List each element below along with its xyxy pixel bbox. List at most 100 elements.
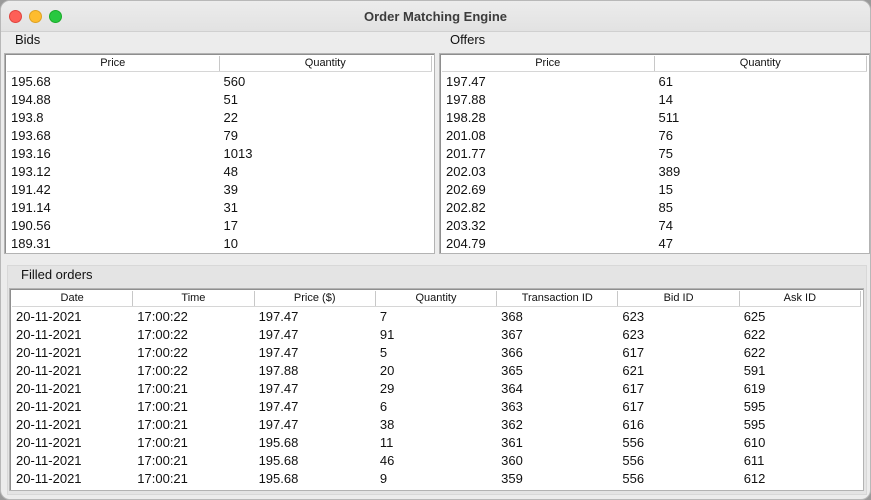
- filled-orders-label: Filled orders: [21, 267, 93, 282]
- offers-table-row[interactable]: 203.32 74: [442, 217, 867, 235]
- filled-date-cell: 20-11-2021: [16, 399, 82, 414]
- offers-table-row[interactable]: 202.69 15: [442, 181, 867, 199]
- filled-date-cell: 20-11-2021: [16, 345, 82, 360]
- filled-orders-row[interactable]: 20-11-2021 17:00:21 195.68 9 359 556 612: [12, 470, 861, 488]
- filled-orders-row[interactable]: 20-11-2021 17:00:22 197.47 5 366 617 622: [12, 344, 861, 362]
- filled-quantity-cell: 11: [379, 435, 394, 450]
- offers-quantity-cell: 15: [658, 182, 673, 197]
- offers-price-cell: 202.03: [446, 164, 486, 179]
- filled-ask-id-cell: 622: [743, 345, 766, 360]
- filled-price-cell: 197.47: [258, 327, 299, 342]
- offers-price-cell: 198.28: [446, 110, 486, 125]
- bids-table-row[interactable]: 191.42 39: [7, 181, 432, 199]
- bids-price-cell: 193.68: [11, 128, 51, 143]
- filled-transaction-id-cell: 359: [501, 471, 523, 486]
- offers-table-header: Price Quantity: [442, 56, 867, 72]
- offers-quantity-cell: 511: [658, 110, 680, 125]
- filled-orders-table[interactable]: Date Time Price ($) Quantity Transaction ID B…: [9, 288, 864, 491]
- offers-table-row[interactable]: 201.08 76: [442, 127, 867, 145]
- filled-bid-id-cell: 617: [622, 399, 645, 414]
- bids-quantity-cell: 17: [223, 218, 238, 233]
- bids-table-row[interactable]: 193.8 22: [7, 109, 432, 127]
- bids-label: Bids: [15, 32, 41, 47]
- filled-quantity-cell: 5: [379, 345, 388, 360]
- offers-quantity-cell: 76: [658, 128, 673, 143]
- filled-column-bid-id[interactable]: Bid ID: [618, 291, 740, 306]
- bids-price-cell: 193.12: [11, 164, 51, 179]
- filled-orders-row[interactable]: 20-11-2021 17:00:21 197.47 6 363 617 595: [12, 398, 861, 416]
- offers-price-cell: 201.77: [446, 146, 486, 161]
- bids-table-row[interactable]: 191.14 31: [7, 199, 432, 217]
- filled-ask-id-cell: 591: [743, 363, 766, 378]
- filled-time-cell: 17:00:22: [137, 363, 188, 378]
- filled-time-cell: 17:00:21: [137, 435, 188, 450]
- filled-orders-row[interactable]: 20-11-2021 17:00:21 195.68 11 361 556 610: [12, 434, 861, 452]
- offers-table-row[interactable]: 202.03 389: [442, 163, 867, 181]
- filled-price-cell: 195.68: [258, 435, 299, 450]
- bids-column-price[interactable]: Price: [7, 56, 220, 71]
- filled-quantity-cell: 9: [379, 471, 388, 486]
- bids-table-row[interactable]: 189.31 10: [7, 235, 432, 253]
- filled-quantity-cell: 46: [379, 453, 395, 468]
- bids-table-row[interactable]: 190.56 17: [7, 217, 432, 235]
- filled-bid-id-cell: 617: [622, 345, 645, 360]
- bids-quantity-cell: 39: [223, 182, 238, 197]
- title-bar[interactable]: Order Matching Engine: [1, 1, 870, 32]
- filled-transaction-id-cell: 367: [501, 327, 523, 342]
- bids-table-row[interactable]: 193.12 48: [7, 163, 432, 181]
- offers-table-row[interactable]: 198.28 511: [442, 109, 867, 127]
- offers-column-quantity[interactable]: Quantity: [655, 56, 867, 71]
- filled-orders-row[interactable]: 20-11-2021 17:00:21 197.47 29 364 617 619: [12, 380, 861, 398]
- bids-quantity-cell: 51: [223, 92, 238, 107]
- filled-date-cell: 20-11-2021: [16, 417, 82, 432]
- bids-quantity-cell: 22: [223, 110, 238, 125]
- offers-table-row[interactable]: 204.79 47: [442, 235, 867, 253]
- filled-date-cell: 20-11-2021: [16, 381, 82, 396]
- filled-orders-row[interactable]: 20-11-2021 17:00:22 197.88 20 365 621 591: [12, 362, 861, 380]
- bids-table-row[interactable]: 193.16 1013: [7, 145, 432, 163]
- bids-table-row[interactable]: 195.68 560: [7, 73, 432, 91]
- filled-transaction-id-cell: 365: [501, 363, 523, 378]
- filled-time-cell: 17:00:22: [137, 327, 188, 342]
- filled-ask-id-cell: 622: [743, 327, 766, 342]
- filled-time-cell: 17:00:21: [137, 381, 188, 396]
- bids-price-cell: 195.68: [11, 74, 51, 89]
- bids-quantity-cell: 79: [223, 128, 238, 143]
- filled-ask-id-cell: 611: [743, 453, 765, 468]
- filled-column-time[interactable]: Time: [133, 291, 255, 306]
- filled-column-ask-id[interactable]: Ask ID: [740, 291, 861, 306]
- filled-date-cell: 20-11-2021: [16, 363, 82, 378]
- offers-price-cell: 202.82: [446, 200, 486, 215]
- filled-column-date[interactable]: Date: [12, 291, 134, 306]
- offers-table-row[interactable]: 201.77 75: [442, 145, 867, 163]
- filled-price-cell: 195.68: [258, 453, 299, 468]
- filled-column-price[interactable]: Price ($): [255, 291, 376, 306]
- bids-table-header: Price Quantity: [7, 56, 432, 72]
- offers-table[interactable]: Price Quantity 197.47 61 197.88 14 198.28 511…: [439, 53, 870, 254]
- filled-orders-row[interactable]: 20-11-2021 17:00:22 197.47 91 367 623 622: [12, 326, 861, 344]
- bids-price-cell: 194.88: [11, 92, 51, 107]
- offers-quantity-cell: 61: [658, 74, 673, 89]
- filled-price-cell: 197.47: [258, 417, 299, 432]
- bids-column-quantity[interactable]: Quantity: [220, 56, 432, 71]
- offers-table-row[interactable]: 202.82 85: [442, 199, 867, 217]
- bids-table-row[interactable]: 194.88 51: [7, 91, 432, 109]
- filled-time-cell: 17:00:22: [137, 309, 188, 324]
- filled-orders-row[interactable]: 20-11-2021 17:00:21 195.68 46 360 556 611: [12, 452, 861, 470]
- filled-transaction-id-cell: 362: [501, 417, 523, 432]
- bids-quantity-cell: 48: [223, 164, 238, 179]
- offers-table-row[interactable]: 197.88 14: [442, 91, 867, 109]
- filled-column-transaction-id[interactable]: Transaction ID: [497, 291, 619, 306]
- filled-ask-id-cell: 619: [743, 381, 766, 396]
- bids-table[interactable]: Price Quantity 195.68 560 194.88 51 193.8 22 1…: [4, 53, 435, 254]
- offers-table-row[interactable]: 197.47 61: [442, 73, 867, 91]
- filled-orders-row[interactable]: 20-11-2021 17:00:22 197.47 7 368 623 625: [12, 308, 861, 326]
- filled-transaction-id-cell: 364: [501, 381, 523, 396]
- bids-quantity-cell: 10: [223, 236, 238, 251]
- bids-quantity-cell: 31: [223, 200, 238, 215]
- filled-orders-row[interactable]: 20-11-2021 17:00:21 197.47 38 362 616 595: [12, 416, 861, 434]
- filled-ask-id-cell: 595: [743, 399, 766, 414]
- filled-column-quantity[interactable]: Quantity: [376, 291, 498, 306]
- bids-table-row[interactable]: 193.68 79: [7, 127, 432, 145]
- offers-column-price[interactable]: Price: [442, 56, 655, 71]
